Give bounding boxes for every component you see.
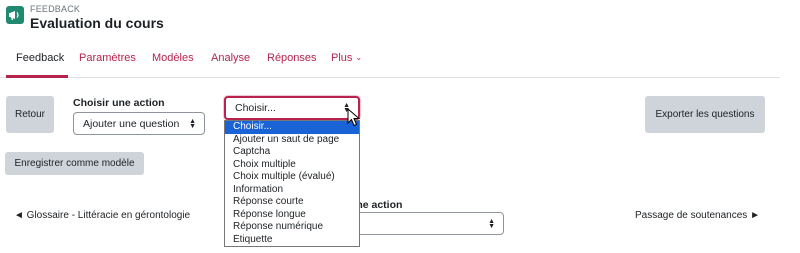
dropdown-option[interactable]: Information — [225, 184, 359, 197]
dropdown-option[interactable]: Choix multiple (évalué) — [225, 171, 359, 184]
chevron-down-icon: ⌄ — [355, 53, 363, 62]
select-arrows-icon: ▲ ▼ — [488, 217, 495, 230]
tab-reponses[interactable]: Réponses — [267, 52, 317, 64]
action-label: Choisir une action — [73, 97, 165, 109]
next-activity-link[interactable]: Passage de soutenances ► — [635, 210, 760, 221]
dropdown-option[interactable]: Captcha — [225, 146, 359, 159]
feedback-megaphone-icon — [6, 6, 24, 24]
dropdown-option[interactable]: Choix multiple — [225, 159, 359, 172]
tab-parametres[interactable]: Paramètres — [79, 52, 136, 64]
mouse-pointer-icon — [347, 108, 361, 127]
page-title: Evaluation du cours — [30, 15, 164, 31]
question-type-select[interactable]: Choisir... ▲ ▼ — [224, 96, 360, 120]
secondary-nav: Feedback Paramètres Modèles Analyse Répo… — [0, 44, 780, 78]
back-button[interactable]: Retour — [6, 96, 54, 133]
tab-plus-label: Plus — [331, 52, 353, 64]
tab-feedback[interactable]: Feedback — [16, 52, 64, 64]
dropdown-option[interactable]: Ajouter un saut de page — [225, 134, 359, 147]
add-question-select[interactable]: Ajouter une question ▲ ▼ — [73, 112, 205, 135]
save-as-template-button[interactable]: Enregistrer comme modèle — [5, 152, 144, 175]
add-question-select-value: Ajouter une question — [83, 117, 180, 130]
export-questions-button[interactable]: Exporter les questions — [645, 96, 765, 133]
tab-plus[interactable]: Plus ⌄ — [331, 52, 362, 64]
module-type-label: FEEDBACK — [30, 4, 81, 14]
active-tab-indicator — [6, 75, 68, 78]
tab-modeles[interactable]: Modèles — [152, 52, 194, 64]
dropdown-option[interactable]: Réponse numérique — [225, 221, 359, 234]
dropdown-option[interactable]: Réponse longue — [225, 209, 359, 222]
dropdown-option[interactable]: Réponse courte — [225, 196, 359, 209]
question-type-select-value: Choisir... — [235, 102, 276, 114]
dropdown-option[interactable]: Choisir... — [225, 121, 359, 134]
question-type-dropdown[interactable]: Choisir... Ajouter un saut de page Captc… — [224, 120, 360, 247]
select-arrows-icon: ▲ ▼ — [189, 117, 196, 130]
dropdown-option[interactable]: Étiquette — [225, 234, 359, 247]
previous-activity-link[interactable]: ◄ Glossaire - Littéracie en gérontologie — [14, 210, 190, 221]
tab-analyse[interactable]: Analyse — [211, 52, 250, 64]
